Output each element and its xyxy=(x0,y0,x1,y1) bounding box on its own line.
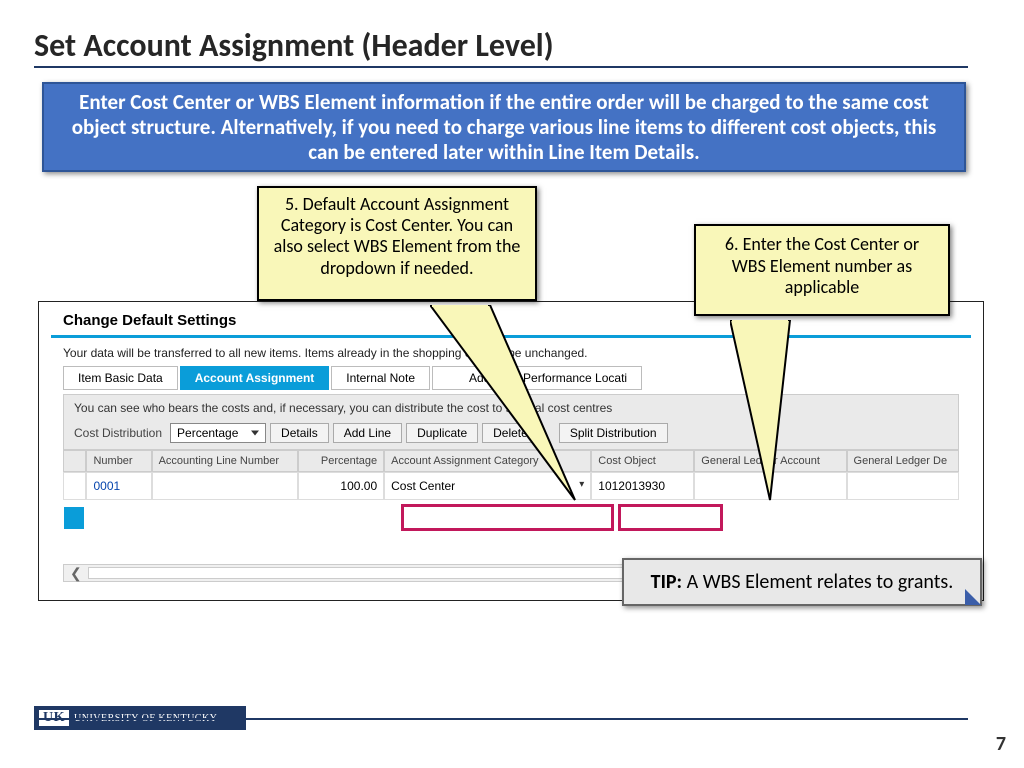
chevron-down-icon: ▾ xyxy=(579,479,584,493)
col-cost-object: Cost Object xyxy=(591,450,694,472)
split-distribution-button[interactable]: Split Distribution xyxy=(559,423,668,443)
tip-label: TIP: xyxy=(651,570,682,594)
aac-value: Cost Center xyxy=(391,479,455,493)
aac-dropdown[interactable]: Cost Center ▾ xyxy=(384,472,591,500)
col-aac: Account Assignment Category xyxy=(384,450,591,472)
col-accounting-line: Accounting Line Number xyxy=(152,450,299,472)
table-row[interactable]: 0001 100.00 Cost Center ▾ 1012013930 xyxy=(63,472,959,500)
tab-item-basic-data[interactable]: Item Basic Data xyxy=(63,366,178,390)
page-number: 7 xyxy=(996,732,1006,756)
scroll-left-icon[interactable]: ❮ xyxy=(64,565,88,582)
cost-object-highlight xyxy=(618,504,723,531)
settings-panel: Change Default Settings Your data will b… xyxy=(38,301,984,601)
cost-distribution-label: Cost Distribution xyxy=(74,426,162,440)
tabstrip: Item Basic Data Account Assignment Inter… xyxy=(63,366,959,390)
percentage-dropdown[interactable]: Percentage xyxy=(170,423,266,443)
instruction-banner: Enter Cost Center or WBS Element informa… xyxy=(42,82,966,172)
col-number: Number xyxy=(86,450,151,472)
tip-text: A WBS Element relates to grants. xyxy=(682,570,953,594)
col-gla: General Ledger Account xyxy=(694,450,846,472)
toolbar: Cost Distribution Percentage Details Add… xyxy=(64,419,958,449)
footer-rule xyxy=(34,718,968,720)
aac-highlight xyxy=(401,504,614,531)
col-percentage: Percentage xyxy=(298,450,384,472)
callout-step-6: 6. Enter the Cost Center or WBS Element … xyxy=(694,224,950,316)
duplicate-button[interactable]: Duplicate xyxy=(406,423,478,443)
panel-subtext: Your data will be transferred to all new… xyxy=(51,338,971,366)
cost-distribution-bar: You can see who bears the costs and, if … xyxy=(63,394,959,450)
tab-address[interactable]: Address / Performance Locati xyxy=(432,366,642,390)
cost-grid: Number Accounting Line Number Percentage… xyxy=(63,450,959,500)
row-number[interactable]: 0001 xyxy=(86,472,151,500)
row-percentage: 100.00 xyxy=(298,472,384,500)
grid-header: Number Accounting Line Number Percentage… xyxy=(63,450,959,472)
row-selector-icon[interactable] xyxy=(64,507,84,529)
cost-description: You can see who bears the costs and, if … xyxy=(64,395,958,419)
tab-account-assignment[interactable]: Account Assignment xyxy=(180,366,330,390)
slide-title: Set Account Assignment (Header Level) xyxy=(34,26,554,65)
title-underline xyxy=(34,66,968,68)
callout-step-5: 5. Default Account Assignment Category i… xyxy=(257,186,537,301)
tip-box: TIP: A WBS Element relates to grants. xyxy=(622,558,982,606)
page-fold-icon xyxy=(965,589,981,605)
details-button[interactable]: Details xyxy=(270,423,329,443)
cost-object-field[interactable]: 1012013930 xyxy=(591,472,694,500)
delete-button[interactable]: Delete xyxy=(482,423,539,443)
tab-internal-note[interactable]: Internal Note xyxy=(331,366,430,390)
col-glde: General Ledger De xyxy=(847,450,959,472)
add-line-button[interactable]: Add Line xyxy=(333,423,402,443)
